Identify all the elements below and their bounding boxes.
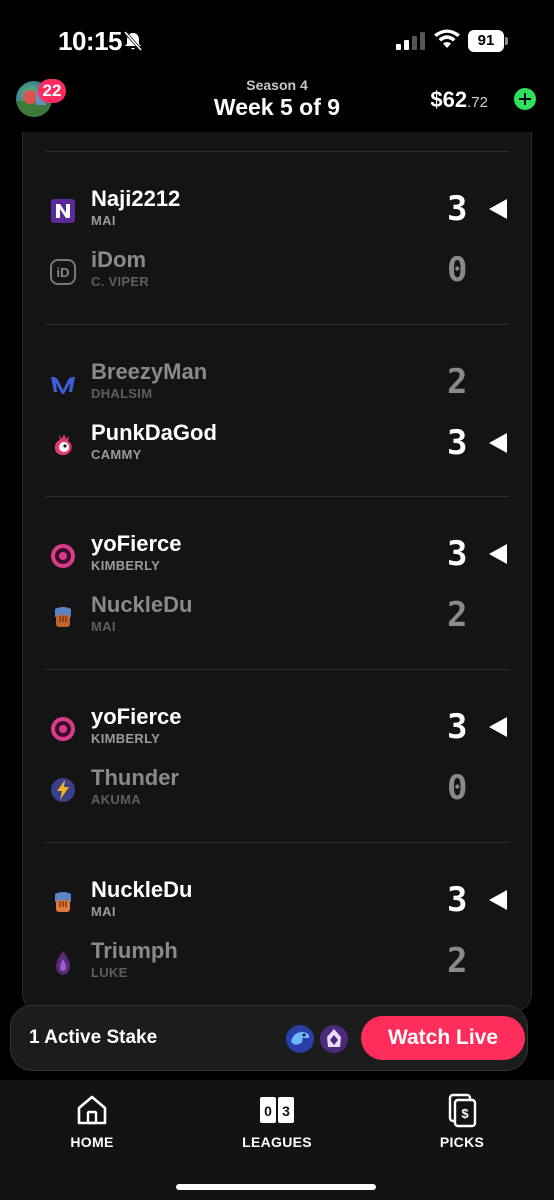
serpent-logo-icon (286, 1025, 314, 1053)
player-score: 2 (447, 941, 468, 981)
battery-level: 91 (468, 30, 504, 52)
winner-indicator-icon (489, 199, 507, 219)
player-score: 2 (447, 362, 468, 402)
player-character: CAMMY (91, 447, 142, 462)
balance-cents: .72 (467, 94, 488, 111)
m-logo-icon (51, 376, 75, 394)
match-4-top-player[interactable]: yoFierce KIMBERLY 3 (23, 703, 533, 759)
player-name: Triumph (91, 938, 178, 963)
balance-dollars: $62 (430, 87, 468, 112)
match-2-bottom-player[interactable]: PunkDaGod CAMMY 3 (23, 419, 533, 475)
flower-logo-icon (51, 717, 75, 741)
winner-indicator-icon (489, 544, 507, 564)
svg-text:iD: iD (57, 265, 70, 280)
fist-logo-icon (55, 607, 71, 627)
player-character: MAI (91, 213, 116, 228)
player-score: 3 (447, 534, 468, 574)
player-name: Naji2212 (91, 186, 181, 211)
home-indicator[interactable] (176, 1184, 376, 1190)
match-2-top-player[interactable]: BreezyMan DHALSIM 2 (23, 358, 533, 414)
svg-text:$: $ (461, 1106, 469, 1121)
player-name: yoFierce (91, 704, 182, 729)
wallet-balance[interactable]: $62.72 (430, 87, 488, 113)
bottom-tab-bar: HOME 0 3 LEAGUES $ PICKS (0, 1080, 554, 1200)
bell-muted-icon (123, 31, 143, 51)
tab-label: PICKS (439, 1134, 485, 1150)
player-name: PunkDaGod (91, 420, 217, 445)
fist-logo-icon (55, 892, 71, 912)
player-character: LUKE (91, 965, 128, 980)
header: 22 Season 4 Week 5 of 9 $62.72 (0, 70, 554, 132)
scoreboard-icon: 0 3 (260, 1097, 294, 1123)
player-character: KIMBERLY (91, 731, 161, 746)
player-character: DHALSIM (91, 386, 153, 401)
player-score: 3 (447, 423, 468, 463)
id-logo-icon: iD (50, 259, 76, 285)
tab-leagues[interactable]: 0 3 LEAGUES (207, 1080, 347, 1160)
signal-icon (396, 32, 425, 50)
add-funds-button[interactable] (514, 88, 536, 110)
status-time: 10:15 (58, 26, 123, 56)
player-score: 3 (447, 707, 468, 747)
player-name: Thunder (91, 765, 179, 790)
hooded-logo-icon (320, 1025, 348, 1053)
match-1-bottom-player[interactable]: iD iDom C. VIPER 0 (23, 246, 533, 302)
player-character: KIMBERLY (91, 558, 161, 573)
player-score: 3 (447, 189, 468, 229)
match-3-top-player[interactable]: yoFierce KIMBERLY 3 (23, 530, 533, 586)
flower-logo-icon (51, 544, 75, 568)
tab-label: LEAGUES (242, 1134, 312, 1150)
match-5-bottom-player[interactable]: Triumph LUKE 2 (23, 937, 533, 993)
battery-tip (505, 37, 508, 45)
divider (45, 669, 509, 670)
home-icon (77, 1095, 107, 1125)
flame-logo-icon (56, 951, 70, 975)
match-3-bottom-player[interactable]: NuckleDu MAI 2 (23, 591, 533, 647)
winner-indicator-icon (489, 717, 507, 737)
player-name: yoFierce (91, 531, 182, 556)
player-character: AKUMA (91, 792, 141, 807)
match-results-card: Naji2212 MAI 3 iD iDom C. VIPER 0 Breezy… (22, 132, 532, 1012)
n-logo-icon (51, 199, 75, 223)
lightning-logo-icon (51, 778, 75, 802)
tab-home[interactable]: HOME (22, 1080, 162, 1160)
cards-dollar-icon: $ (448, 1093, 477, 1128)
player-character: C. VIPER (91, 274, 150, 289)
svg-text:0: 0 (264, 1103, 272, 1119)
winner-indicator-icon (489, 433, 507, 453)
tab-picks[interactable]: $ PICKS (392, 1080, 532, 1160)
active-stake-bar[interactable]: 1 Active Stake Watch Live (10, 1005, 528, 1071)
divider (45, 842, 509, 843)
player-score: 2 (447, 595, 468, 635)
player-character: MAI (91, 619, 116, 634)
battery-indicator: 91 (468, 30, 508, 52)
match-1-top-player[interactable]: Naji2212 MAI 3 (23, 185, 533, 241)
tab-label: HOME (70, 1134, 114, 1150)
watch-live-button[interactable]: Watch Live (361, 1016, 525, 1060)
active-stake-label: 1 Active Stake (29, 1027, 158, 1048)
player-score: 0 (447, 250, 468, 290)
status-bar: 10:15 91 (0, 0, 554, 70)
divider (45, 151, 509, 152)
svg-text:3: 3 (282, 1103, 290, 1119)
player-name: BreezyMan (91, 359, 208, 384)
rooster-logo-icon (54, 434, 72, 456)
player-character: MAI (91, 904, 116, 919)
match-5-top-player[interactable]: NuckleDu MAI 3 (23, 876, 533, 932)
player-name: NuckleDu (91, 592, 193, 617)
player-name: NuckleDu (91, 877, 193, 902)
player-score: 0 (447, 768, 468, 808)
winner-indicator-icon (489, 890, 507, 910)
divider (45, 324, 509, 325)
match-4-bottom-player[interactable]: Thunder AKUMA 0 (23, 764, 533, 820)
player-name: iDom (91, 247, 146, 272)
divider (45, 496, 509, 497)
wifi-icon (434, 29, 460, 48)
player-score: 3 (447, 880, 468, 920)
